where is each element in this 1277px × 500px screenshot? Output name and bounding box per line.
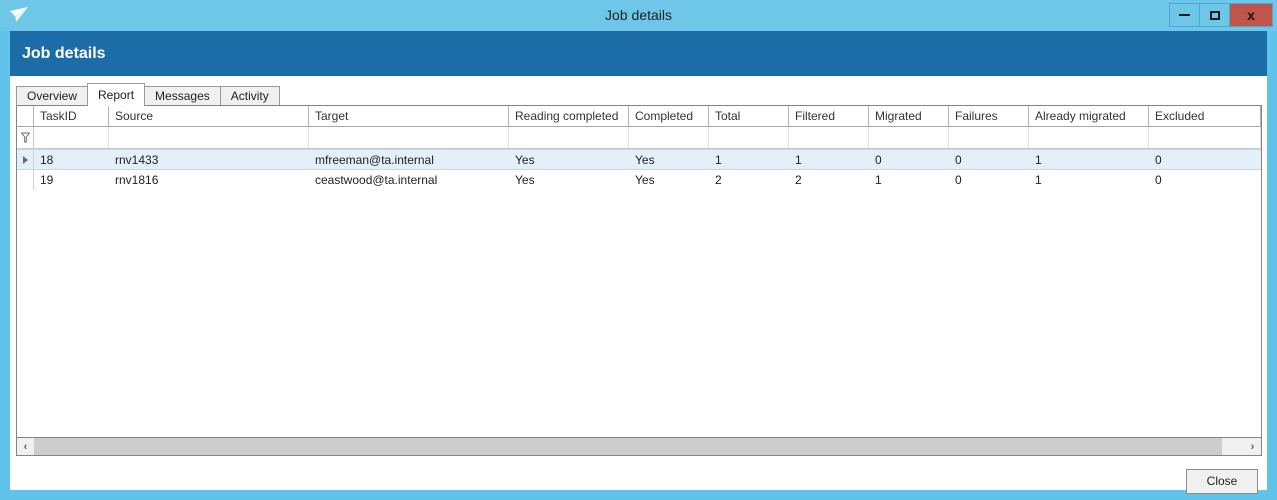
filter-input-excluded[interactable] (1149, 127, 1261, 148)
cell-source: rnv1816 (109, 170, 309, 190)
report-grid: TaskIDSourceTargetReading completedCompl… (16, 105, 1262, 438)
row-pointer-icon (17, 150, 34, 169)
filter-input-filtered[interactable] (789, 127, 869, 148)
header-band: Job details (10, 31, 1267, 76)
filter-input-total[interactable] (709, 127, 789, 148)
column-header-taskid[interactable]: TaskID (34, 106, 109, 126)
column-header-failures[interactable]: Failures (949, 106, 1029, 126)
filter-input-source[interactable] (109, 127, 309, 148)
column-header-excluded[interactable]: Excluded (1149, 106, 1261, 126)
grid-filter-row (17, 127, 1261, 149)
row-pointer-icon (17, 170, 34, 190)
maximize-button[interactable] (1199, 3, 1229, 27)
cell-already-migrated: 1 (1029, 170, 1149, 190)
cell-target: mfreeman@ta.internal (309, 150, 509, 169)
column-header-target[interactable]: Target (309, 106, 509, 126)
cell-migrated: 1 (869, 170, 949, 190)
cell-failures: 0 (949, 150, 1029, 169)
content-area: OverviewReportMessagesActivity TaskIDSou… (10, 76, 1267, 490)
column-header-completed[interactable]: Completed (629, 106, 709, 126)
column-header-source[interactable]: Source (109, 106, 309, 126)
scrollbar-thumb[interactable] (34, 438, 1222, 455)
grid-header-row: TaskIDSourceTargetReading completedCompl… (17, 106, 1261, 127)
column-header-indicator[interactable] (17, 106, 34, 126)
tab-activity[interactable]: Activity (220, 86, 280, 106)
tab-strip: OverviewReportMessagesActivity (16, 83, 279, 106)
minimize-icon (1179, 14, 1190, 16)
job-details-window: Job details x Job details OverviewReport… (0, 0, 1277, 500)
cell-filtered: 1 (789, 150, 869, 169)
close-window-button[interactable]: x (1229, 3, 1273, 27)
column-header-reading-completed[interactable]: Reading completed (509, 106, 629, 126)
cell-total: 1 (709, 150, 789, 169)
close-icon: x (1247, 8, 1255, 22)
cell-source: rnv1433 (109, 150, 309, 169)
cell-reading-completed: Yes (509, 150, 629, 169)
cell-filtered: 2 (789, 170, 869, 190)
filter-input-taskid[interactable] (34, 127, 109, 148)
filter-input-completed[interactable] (629, 127, 709, 148)
funnel-icon (17, 127, 34, 148)
scrollbar-track[interactable] (34, 438, 1244, 455)
cell-failures: 0 (949, 170, 1029, 190)
filter-input-already-migrated[interactable] (1029, 127, 1149, 148)
cell-target: ceastwood@ta.internal (309, 170, 509, 190)
grid-body: 18rnv1433mfreeman@ta.internalYesYes11001… (17, 149, 1261, 191)
footer-bar: Close (10, 459, 1267, 490)
table-row[interactable]: 19rnv1816ceastwood@ta.internalYesYes2210… (17, 170, 1261, 191)
filter-input-target[interactable] (309, 127, 509, 148)
title-bar: Job details x (0, 0, 1277, 31)
tab-overview[interactable]: Overview (16, 86, 88, 106)
page-title: Job details (22, 31, 106, 76)
column-header-filtered[interactable]: Filtered (789, 106, 869, 126)
cell-excluded: 0 (1149, 150, 1261, 169)
column-header-total[interactable]: Total (709, 106, 789, 126)
cell-already-migrated: 1 (1029, 150, 1149, 169)
close-button[interactable]: Close (1186, 469, 1258, 494)
filter-input-reading-completed[interactable] (509, 127, 629, 148)
cell-taskid: 19 (34, 170, 109, 190)
window-controls: x (1169, 3, 1273, 27)
cell-migrated: 0 (869, 150, 949, 169)
tab-report[interactable]: Report (87, 83, 145, 106)
cell-excluded: 0 (1149, 170, 1261, 190)
cell-completed: Yes (629, 150, 709, 169)
cell-taskid: 18 (34, 150, 109, 169)
cell-total: 2 (709, 170, 789, 190)
maximize-icon (1210, 11, 1220, 20)
minimize-button[interactable] (1169, 3, 1199, 27)
tab-messages[interactable]: Messages (144, 86, 221, 106)
column-header-migrated[interactable]: Migrated (869, 106, 949, 126)
scroll-left-arrow-icon[interactable]: ‹ (17, 438, 34, 455)
cell-completed: Yes (629, 170, 709, 190)
table-row[interactable]: 18rnv1433mfreeman@ta.internalYesYes11001… (17, 149, 1261, 170)
scroll-right-arrow-icon[interactable]: › (1244, 438, 1261, 455)
filter-input-failures[interactable] (949, 127, 1029, 148)
window-title: Job details (0, 0, 1277, 31)
cell-reading-completed: Yes (509, 170, 629, 190)
horizontal-scrollbar[interactable]: ‹ › (16, 438, 1262, 456)
column-header-already-migrated[interactable]: Already migrated (1029, 106, 1149, 126)
filter-input-migrated[interactable] (869, 127, 949, 148)
